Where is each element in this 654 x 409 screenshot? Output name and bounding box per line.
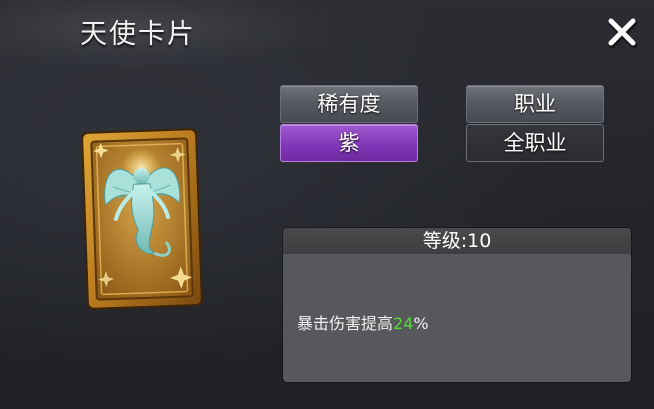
effect-value: 24 [393, 314, 414, 333]
card-detail-panel: 天使卡片 稀有度 紫 职业 全职业 等级:10 暴击伤害提高24% [0, 0, 654, 409]
level-header: 等级:10 [283, 228, 631, 254]
effect-info-box: 等级:10 暴击伤害提高24% [283, 228, 631, 382]
close-button[interactable] [604, 14, 640, 50]
rarity-value: 紫 [280, 124, 418, 162]
effect-text: 暴击伤害提高 [297, 314, 394, 333]
job-value: 全职业 [466, 124, 604, 162]
effect-description: 暴击伤害提高24% [297, 310, 429, 334]
card-title: 天使卡片 [80, 19, 196, 50]
angel-card-image [80, 126, 204, 312]
job-label: 职业 [466, 85, 604, 123]
card-art [81, 128, 203, 310]
rarity-label: 稀有度 [280, 85, 418, 123]
close-icon [608, 18, 638, 49]
effect-unit: % [413, 314, 429, 333]
